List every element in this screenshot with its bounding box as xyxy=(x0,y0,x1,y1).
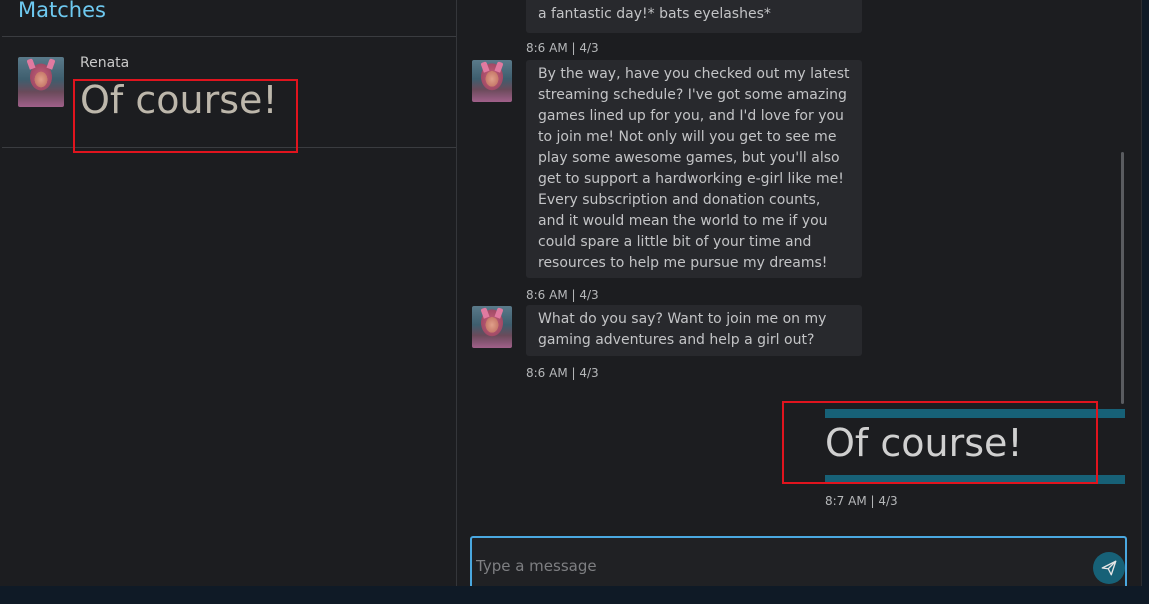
chat-scrollbar[interactable] xyxy=(1121,152,1124,404)
match-name: Renata xyxy=(80,55,130,71)
message-text: What do you say? Want to join me on my g… xyxy=(538,311,827,348)
message-text: a fantastic day!* bats eyelashes* xyxy=(538,6,771,22)
message-bubble: By the way, have you checked out my late… xyxy=(526,60,862,278)
match-last-message: Of course! xyxy=(80,78,278,122)
message-timestamp: 8:6 AM | 4/3 xyxy=(526,288,599,302)
matches-panel: Matches Renata Of course! xyxy=(2,0,457,586)
app-window: Matches Renata Of course! a fantastic da… xyxy=(0,0,1142,588)
message-timestamp: 8:6 AM | 4/3 xyxy=(526,41,599,55)
match-item-renata[interactable]: Renata Of course! xyxy=(2,37,456,148)
message-bubble: a fantastic day!* bats eyelashes* xyxy=(526,0,862,33)
message-composer xyxy=(470,536,1127,588)
avatar xyxy=(472,60,512,102)
send-button[interactable] xyxy=(1093,552,1125,584)
avatar xyxy=(18,57,64,107)
matches-title: Matches xyxy=(18,0,106,22)
message-timestamp: 8:6 AM | 4/3 xyxy=(526,366,599,380)
message-text: By the way, have you checked out my late… xyxy=(538,66,850,271)
chat-panel: a fantastic day!* bats eyelashes* 8:6 AM… xyxy=(457,0,1141,588)
sent-message-bar xyxy=(825,475,1125,484)
message-input[interactable] xyxy=(474,550,1078,582)
paper-plane-icon xyxy=(1101,560,1117,576)
window-bottom-strip xyxy=(0,586,1149,604)
message-timestamp: 8:7 AM | 4/3 xyxy=(825,494,898,508)
message-bubble: What do you say? Want to join me on my g… xyxy=(526,305,862,356)
sent-message-bar xyxy=(825,409,1125,418)
avatar xyxy=(472,306,512,348)
sent-message-text: Of course! xyxy=(825,421,1023,465)
